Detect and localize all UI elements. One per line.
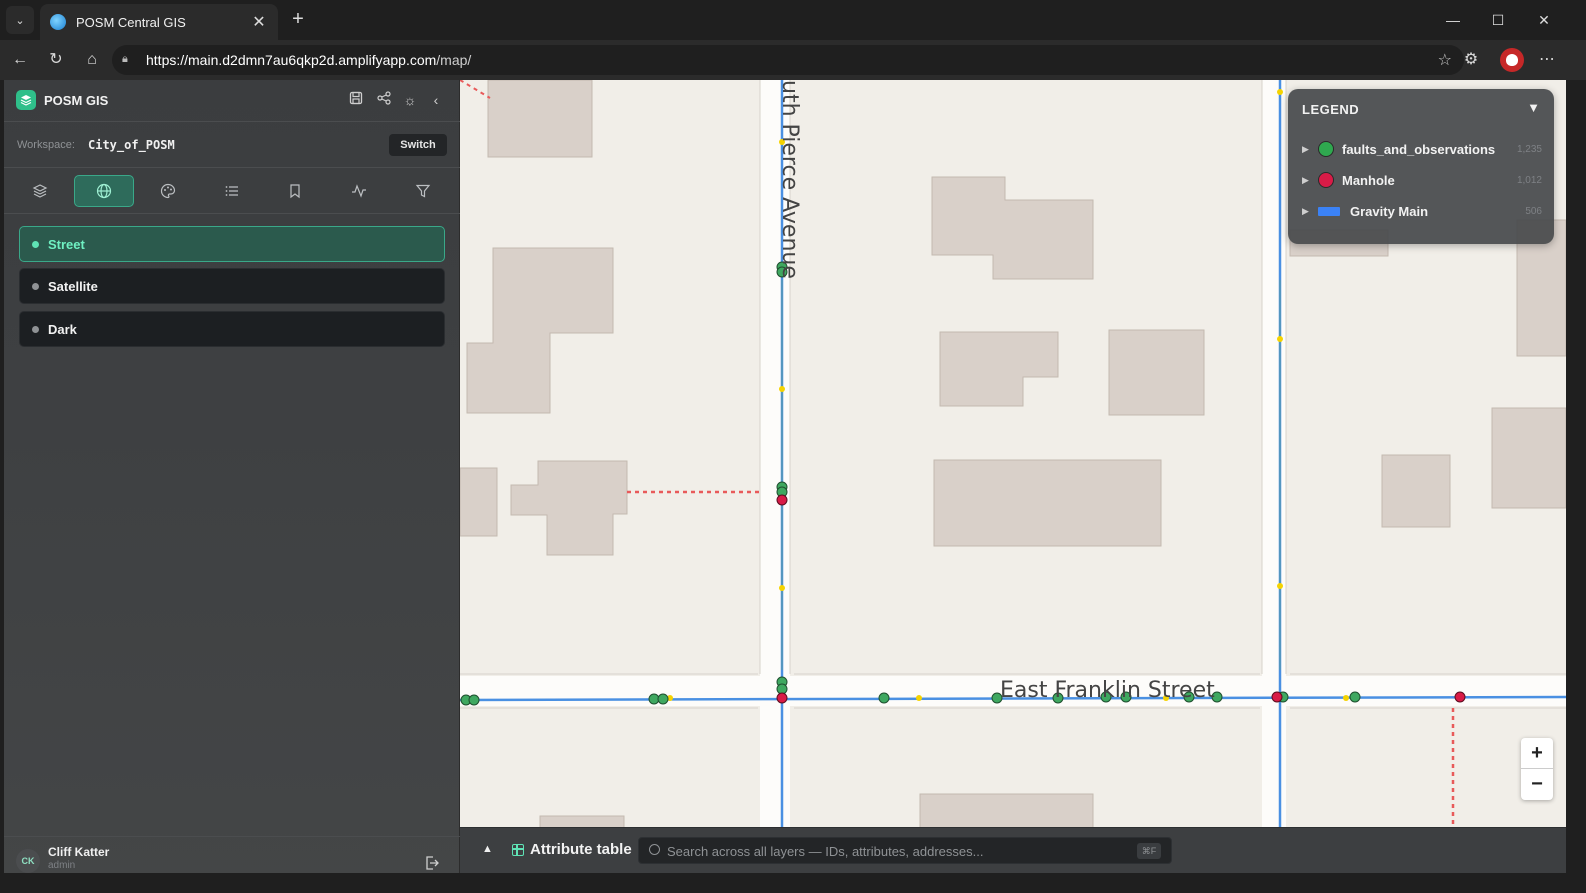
zoom-control: + −	[1521, 738, 1553, 800]
browser-tab[interactable]: POSM Central GIS ✕	[40, 4, 278, 40]
search-icon	[649, 844, 660, 855]
switch-workspace-button[interactable]: Switch	[389, 134, 447, 156]
home-icon[interactable]: ⌂	[80, 48, 104, 72]
panel-tabs	[4, 168, 460, 214]
layers-icon	[32, 184, 48, 198]
legend-panel: LEGEND ▼ ▶ faults_and_observations 1,235…	[1288, 89, 1554, 244]
legend-collapse-icon[interactable]: ▼	[1527, 100, 1540, 115]
extensions-icon[interactable]: ⚙	[1459, 48, 1483, 72]
lock-icon: 🔒︎	[122, 53, 128, 65]
avatar: CK	[16, 849, 40, 873]
global-search-input[interactable]	[667, 841, 1127, 861]
close-window-button[interactable]: ✕	[1532, 8, 1556, 32]
more-options-icon[interactable]: ⋯	[1535, 48, 1559, 72]
legend-item-count: 1,235	[1516, 143, 1542, 155]
new-tab-button[interactable]: +	[286, 8, 310, 32]
tab-list[interactable]	[202, 175, 262, 207]
tab-list-button[interactable]: ⌄	[6, 6, 34, 34]
expand-caret-icon[interactable]: ▶	[1302, 144, 1318, 155]
zoom-out-button[interactable]: −	[1521, 769, 1553, 800]
active-dot-icon	[32, 240, 39, 248]
legend-item-count: 1,012	[1516, 174, 1542, 186]
legend-item-manhole[interactable]: ▶ Manhole 1,012	[1302, 170, 1542, 190]
workspace-value: City_of_POSM	[88, 138, 175, 152]
close-tab-icon[interactable]: ✕	[250, 12, 268, 32]
globe-icon	[96, 183, 112, 199]
table-grid-icon	[512, 844, 524, 856]
workspace-label: Workspace:	[17, 139, 75, 151]
street-label-horizontal: East Franklin Street	[1000, 678, 1215, 703]
global-search: ⌘F	[638, 837, 1172, 864]
globe-favicon-icon	[50, 14, 66, 30]
save-icon[interactable]	[347, 91, 365, 109]
share-icon[interactable]	[375, 91, 393, 109]
posm-logo-icon	[16, 90, 36, 110]
tab-basemaps[interactable]	[74, 175, 134, 207]
green-circle-icon	[1318, 141, 1334, 157]
profile-avatar-icon[interactable]	[1500, 48, 1524, 72]
expand-caret-icon[interactable]: ▶	[1302, 175, 1318, 186]
back-arrow-icon[interactable]: ←	[8, 48, 32, 72]
star-icon[interactable]: ☆	[1438, 50, 1452, 70]
zoom-in-button[interactable]: +	[1521, 738, 1553, 769]
basemap-option-street[interactable]: Street	[19, 226, 445, 262]
workspace-row: Workspace: City_of_POSM Switch	[4, 122, 460, 168]
sidebar: POSM GIS ☼ ‹ Workspace: City_of_POSM Swi…	[4, 80, 460, 893]
browser-navbar: ← ↻ ⌂ 🔒︎ https://main.d2dmn7au6qkp2d.amp…	[0, 40, 1586, 80]
legend-item-name: faults_and_observations	[1342, 141, 1496, 157]
window-frame-bottom	[0, 873, 1586, 893]
url-text: https://main.d2dmn7au6qkp2d.amplifyapp.c…	[146, 52, 472, 68]
dot-icon	[32, 325, 39, 333]
basemap-option-dark[interactable]: Dark	[19, 311, 445, 347]
legend-item-gravity-main[interactable]: ▶ Gravity Main 506	[1302, 201, 1542, 221]
legend-item-name: Gravity Main	[1350, 203, 1429, 219]
user-role: admin	[48, 860, 76, 871]
dot-icon	[32, 282, 39, 290]
tab-layers[interactable]	[10, 175, 70, 207]
tab-bookmarks[interactable]	[265, 175, 325, 207]
expand-caret-icon[interactable]: ▶	[1302, 206, 1318, 217]
street-label-vertical: uth Pierce Avenue	[777, 80, 802, 279]
expand-up-icon[interactable]: ▲	[482, 843, 493, 855]
address-bar[interactable]: 🔒︎ https://main.d2dmn7au6qkp2d.amplifyap…	[112, 45, 1464, 75]
attribute-table-bar: ▲ Attribute table ⌘F	[460, 827, 1566, 873]
legend-item-count: 506	[1525, 205, 1542, 217]
maximize-window-button[interactable]: ☐	[1486, 8, 1510, 32]
red-circle-icon	[1318, 172, 1334, 188]
tab-title: POSM Central GIS	[76, 14, 186, 30]
chevron-down-icon: ⌄	[15, 14, 25, 27]
basemap-label: Dark	[48, 321, 77, 337]
browser-tabbar: ⌄ POSM Central GIS ✕ + — ☐ ✕	[0, 0, 1586, 40]
list-icon	[225, 186, 238, 196]
blue-line-icon	[1318, 206, 1340, 216]
tab-activity[interactable]	[329, 175, 389, 207]
palette-icon	[160, 183, 176, 199]
shortcut-badge: ⌘F	[1137, 843, 1161, 859]
legend-title: LEGEND	[1302, 102, 1360, 117]
theme-sun-icon[interactable]: ☼	[401, 91, 419, 109]
attribute-table-toggle[interactable]: Attribute table	[530, 841, 632, 858]
legend-item-name: Manhole	[1342, 172, 1395, 188]
collapse-chevron-icon[interactable]: ‹	[427, 91, 445, 109]
bookmark-icon	[290, 184, 300, 199]
basemap-option-satellite[interactable]: Satellite	[19, 268, 445, 304]
activity-icon	[352, 184, 366, 198]
legend-item-faults[interactable]: ▶ faults_and_observations 1,235	[1302, 139, 1542, 159]
filter-icon	[415, 184, 431, 198]
reload-icon[interactable]: ↻	[44, 48, 68, 72]
user-name: Cliff Katter	[48, 845, 110, 859]
map-canvas[interactable]: uth Pierce Avenue East Franklin Street L…	[460, 80, 1566, 827]
window-frame-right	[1566, 80, 1586, 893]
tab-styles[interactable]	[138, 175, 198, 207]
basemap-label: Street	[48, 236, 85, 252]
minimize-window-button[interactable]: —	[1441, 8, 1465, 32]
tab-filters[interactable]	[393, 175, 453, 207]
logout-icon[interactable]	[424, 855, 440, 875]
sidebar-header: POSM GIS ☼ ‹	[4, 80, 460, 122]
app-name: POSM GIS	[44, 93, 109, 108]
basemap-label: Satellite	[48, 278, 98, 294]
